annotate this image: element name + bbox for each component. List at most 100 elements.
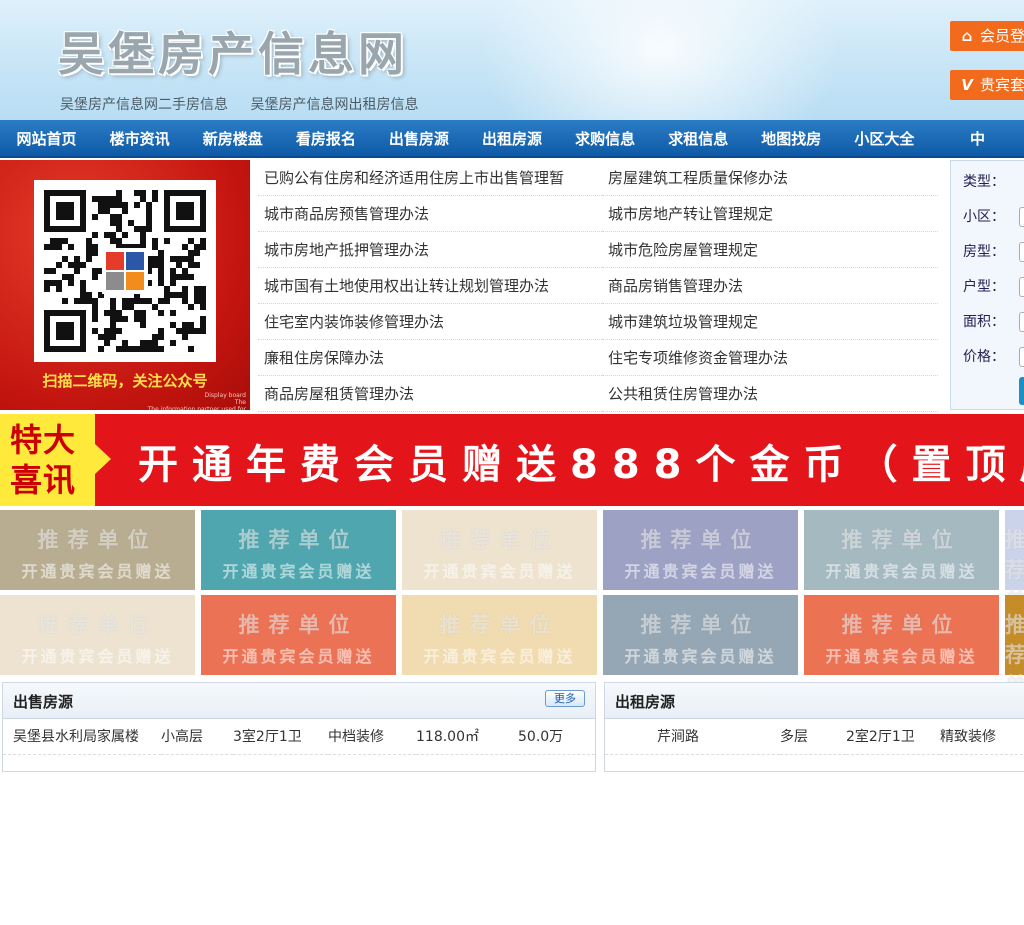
regulation-link[interactable]: 住宅室内装饰装修管理办法 — [258, 304, 602, 340]
listing-layout: 2室2厅1卫 — [846, 719, 940, 755]
recommend-tile-subtitle: 开通贵宾会员赠送 — [423, 562, 576, 581]
listing-floor-type: 多层 — [780, 719, 846, 755]
recommend-tile[interactable]: 推荐单位开通贵宾会员赠送 — [603, 510, 798, 590]
promo-arrow-icon — [95, 444, 111, 474]
recommend-tile[interactable]: 推荐单位开通贵宾会员赠送 — [402, 595, 597, 675]
search-panel: 类型： 小区： 房型： 户型： 面积： 价格： — [950, 160, 1024, 410]
nav-item-wanted-buy[interactable]: 求购信息 — [559, 120, 652, 158]
qr-banner[interactable]: 扫描二维码，关注公众号 Display board The The informat… — [0, 160, 250, 410]
vip-package-button[interactable]: V 贵宾套 — [950, 70, 1024, 100]
member-login-button[interactable]: ⌂ 会员登 — [950, 21, 1024, 51]
nav-item-map-search[interactable]: 地图找房 — [745, 120, 838, 158]
site-title[interactable]: 吴堡房产信息网 — [58, 18, 408, 84]
listing-floor-type: 小高层 — [161, 719, 233, 755]
search-row-community: 小区： — [963, 206, 1024, 227]
recommend-tile-subtitle: 开通贵宾会员赠送 — [222, 562, 375, 581]
search-label-area: 面积： — [963, 314, 1005, 330]
regulation-link[interactable]: 房屋建筑工程质量保修办法 — [602, 160, 938, 196]
nav-item-home[interactable]: 网站首页 — [0, 120, 93, 158]
listing-price: 50.0万 — [518, 719, 595, 755]
listing-decoration: 中档装修 — [328, 719, 416, 755]
recommend-tile-subtitle: 开通贵宾会员赠送 — [222, 647, 375, 666]
price-select[interactable] — [1019, 347, 1024, 367]
recommend-tile[interactable]: 推荐单位开通贵宾会员赠送 — [0, 510, 195, 590]
sale-panel-title[interactable]: 出售房源 — [13, 691, 73, 712]
recommend-tile[interactable]: 推荐单位开通贵宾会员赠送 — [0, 595, 195, 675]
layout-select[interactable] — [1019, 277, 1024, 297]
nav-item-wanted-rent[interactable]: 求租信息 — [652, 120, 745, 158]
recommend-tile-title: 推荐单位 — [841, 528, 962, 552]
nav-item-for-sale[interactable]: 出售房源 — [372, 120, 465, 158]
promo-text: 开通年费会员赠送888个金币（置顶房 — [138, 442, 1024, 488]
recommend-tile-subtitle: 开通贵宾会员赠送 — [423, 647, 576, 666]
search-row-layout: 户型： — [963, 276, 1024, 297]
recommend-tile-subtitle: 开通贵宾会员赠送 — [21, 647, 174, 666]
regulation-link[interactable]: 城市建筑垃圾管理规定 — [602, 304, 938, 340]
regulation-link[interactable]: 商品房销售管理办法 — [602, 268, 938, 304]
search-button[interactable] — [1019, 377, 1024, 405]
recommend-tile-title: 推荐单位 — [37, 528, 158, 552]
search-row-room: 房型： — [963, 241, 1024, 262]
sale-listings-panel: 出售房源 更多 吴堡县水利局家属楼 小高层 3室2厅1卫 中档装修 118.00… — [2, 682, 596, 772]
recommend-tile-title: 推荐单位 — [439, 613, 560, 637]
search-label-room: 房型： — [963, 244, 1005, 260]
recommend-tile[interactable]: 推荐单位开通贵宾会员赠送 — [804, 595, 999, 675]
promo-banner[interactable]: 特大 喜讯 开通年费会员赠送888个金币（置顶房 — [0, 414, 1024, 506]
subtitle-link-sale[interactable]: 吴堡房产信息网二手房信息 — [60, 97, 228, 113]
recommend-tile-subtitle: 开通贵宾会员赠送 — [825, 562, 978, 581]
nav-item-news[interactable]: 楼市资讯 — [93, 120, 186, 158]
nav-item-viewing-signup[interactable]: 看房报名 — [279, 120, 372, 158]
regulation-link[interactable]: 城市商品房预售管理办法 — [258, 196, 602, 232]
promo-badge-line1: 特大 — [10, 421, 77, 459]
regulation-link[interactable]: 公共租赁住房管理办法 — [602, 376, 938, 412]
regulation-link[interactable]: 商品房屋租赁管理办法 — [258, 376, 602, 412]
recommend-tile[interactable]: 推荐单位开通贵宾会员赠送 — [201, 595, 396, 675]
recommend-tile-title: 推荐单位 — [841, 613, 962, 637]
area-select[interactable] — [1019, 312, 1024, 332]
search-label-price: 价格： — [963, 349, 1005, 365]
search-row-price: 价格： — [963, 346, 1024, 367]
regulation-link[interactable]: 城市房地产抵押管理办法 — [258, 232, 602, 268]
regulation-link[interactable]: 廉租住房保障办法 — [258, 340, 602, 376]
rent-panel-title[interactable]: 出租房源 — [615, 691, 675, 712]
sale-panel-header: 出售房源 更多 — [3, 683, 595, 719]
sale-more-button[interactable]: 更多 — [545, 690, 585, 707]
table-row[interactable]: 吴堡县水利局家属楼 小高层 3室2厅1卫 中档装修 118.00㎡ 50.0万 — [3, 719, 595, 755]
community-input[interactable] — [1019, 207, 1024, 227]
recommend-tile[interactable]: 推荐单位开通贵宾会员赠送 — [402, 510, 597, 590]
regulation-link[interactable]: 城市危险房屋管理规定 — [602, 232, 938, 268]
rent-listings-panel: 出租房源 芹涧路 多层 2室2厅1卫 精致装修 — [604, 682, 1024, 772]
listing-name[interactable]: 吴堡县水利局家属楼 — [3, 719, 161, 755]
subtitle-link-rent[interactable]: 吴堡房产信息网出租房信息 — [250, 97, 418, 113]
recommend-tile[interactable]: 推荐单位开通贵宾会员赠送 — [603, 595, 798, 675]
site-header: 吴堡房产信息网 吴堡房产信息网二手房信息 吴堡房产信息网出租房信息 ⌂ 会员登 V… — [0, 0, 1024, 120]
vip-icon: V — [961, 76, 973, 94]
room-select[interactable] — [1019, 242, 1024, 262]
recommend-tile[interactable]: 推荐单位开通贵宾会员赠送 — [1005, 595, 1024, 924]
recommend-tile[interactable]: 推荐单位开通贵宾会员赠送 — [1005, 510, 1024, 839]
nav-item-communities[interactable]: 小区大全 — [838, 120, 931, 158]
nav-item-new-homes[interactable]: 新房楼盘 — [186, 120, 279, 158]
regulation-link[interactable]: 住宅专项维修资金管理办法 — [602, 340, 938, 376]
listing-area: 118.00㎡ — [416, 719, 518, 755]
promo-badge-line2: 喜讯 — [10, 461, 77, 499]
search-row-type: 类型： — [963, 171, 1005, 191]
recommend-tile[interactable]: 推荐单位开通贵宾会员赠送 — [804, 510, 999, 590]
recommend-tile[interactable]: 推荐单位开通贵宾会员赠送 — [201, 510, 396, 590]
recommend-tile-subtitle: 开通贵宾会员赠送 — [825, 647, 978, 666]
regulation-link[interactable]: 已购公有住房和经济适用住房上市出售管理暂 — [258, 160, 602, 196]
rent-panel-header: 出租房源 — [605, 683, 1024, 719]
regulations-list: 已购公有住房和经济适用住房上市出售管理暂 房屋建筑工程质量保修办法 城市商品房预… — [258, 160, 938, 412]
nav-item-more[interactable]: 中 — [931, 120, 1024, 158]
qr-code — [34, 180, 216, 362]
search-row-area: 面积： — [963, 311, 1024, 332]
listing-name[interactable]: 芹涧路 — [605, 719, 780, 755]
promo-badge: 特大 喜讯 — [0, 414, 95, 506]
regulation-link[interactable]: 城市房地产转让管理规定 — [602, 196, 938, 232]
search-label-community: 小区： — [963, 209, 1005, 225]
table-row[interactable]: 芹涧路 多层 2室2厅1卫 精致装修 — [605, 719, 1024, 755]
sale-table: 吴堡县水利局家属楼 小高层 3室2厅1卫 中档装修 118.00㎡ 50.0万 — [3, 719, 595, 755]
regulation-link[interactable]: 城市国有土地使用权出让转让规划管理办法 — [258, 268, 602, 304]
nav-item-for-rent[interactable]: 出租房源 — [465, 120, 558, 158]
rent-table: 芹涧路 多层 2室2厅1卫 精致装修 — [605, 719, 1024, 755]
